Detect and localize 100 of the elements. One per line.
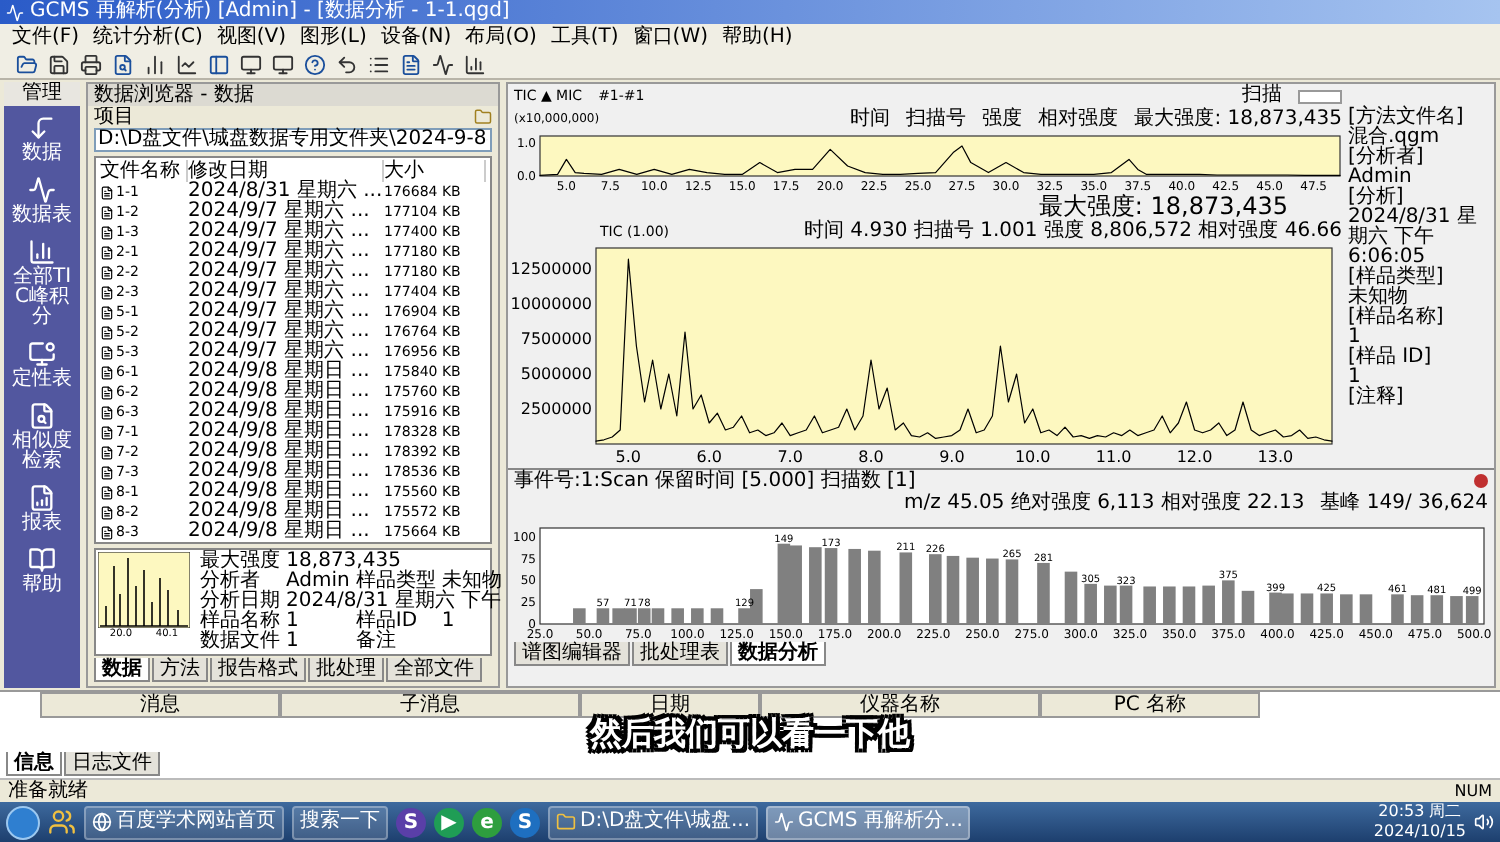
panel-tab[interactable]: 全部文件	[386, 658, 482, 682]
tick-label: 6.0	[696, 448, 722, 466]
date-cell-text: 2024/9/7 星期六 ...	[188, 322, 372, 342]
num-lock-indicator: NUM	[1454, 780, 1492, 802]
document-icon[interactable]	[400, 53, 422, 75]
navigation-item[interactable]: 数据	[6, 144, 78, 164]
document-icon	[100, 505, 114, 519]
bar-chart-icon[interactable]	[144, 53, 166, 75]
info-label: 数据文件	[200, 632, 280, 652]
document-icon	[100, 385, 114, 399]
start-button[interactable]	[6, 805, 40, 839]
navigation-item[interactable]: 帮助	[6, 576, 78, 596]
monitor-icon[interactable]	[240, 53, 262, 75]
record-icon[interactable]	[1474, 474, 1488, 488]
save-icon[interactable]	[48, 53, 70, 75]
date-cell-text: 2024/9/7 星期六 ...	[188, 202, 372, 222]
monitor-icon[interactable]	[272, 53, 294, 75]
report-icon[interactable]	[28, 484, 56, 512]
info-label: 样品类型	[355, 572, 436, 592]
panel-icon[interactable]	[208, 53, 230, 75]
info-value: 未知物	[441, 572, 502, 592]
navigation-item[interactable]: 报表	[6, 514, 78, 534]
document-icon	[100, 285, 114, 299]
bar-chart-icon[interactable]	[464, 53, 486, 75]
document-icon	[100, 305, 114, 319]
info-label: 样品名称	[200, 612, 280, 632]
info-value: Admin	[1348, 168, 1414, 188]
globe-icon	[92, 812, 112, 832]
navigation-item[interactable]: 相似度检索	[6, 432, 78, 472]
column-header[interactable]: 修改日期	[188, 159, 384, 181]
base-peak-label: 基峰 149/ 36,624	[1320, 494, 1488, 514]
path-dropdown[interactable]: D:\D盘文件\城盘数据专用文件夹\2024-9-8	[94, 128, 492, 152]
view-tab[interactable]: 数据分析	[730, 642, 826, 666]
panel-tab[interactable]: 方法	[152, 658, 208, 682]
panel-tab[interactable]: 数据	[94, 658, 150, 682]
date-cell-text: 2024/9/8 星期日 ...	[188, 442, 372, 462]
app-icon[interactable]: S	[510, 807, 540, 837]
app-icon[interactable]: S	[396, 807, 426, 837]
undo-icon[interactable]	[336, 53, 358, 75]
spectrum-bar	[1340, 594, 1353, 624]
taskbar-button[interactable]: 搜索一下	[292, 805, 388, 839]
document-icon	[100, 225, 114, 239]
readout-label: m/z 45.05 绝对强度 6,113 相对强度 22.13	[904, 494, 1305, 514]
monitor-icon[interactable]	[28, 340, 56, 368]
date-cell-text: 2024/9/7 星期六 ...	[188, 242, 372, 262]
output-tab[interactable]: 信息	[6, 752, 62, 776]
column-header[interactable]: 子消息	[280, 692, 580, 718]
folder-icon[interactable]	[16, 53, 38, 75]
list-icon[interactable]	[368, 53, 390, 75]
readout-label: 相对强度	[1038, 110, 1119, 130]
people-icon[interactable]	[48, 808, 76, 836]
printer-icon[interactable]	[80, 53, 102, 75]
view-tab[interactable]: 批处理表	[632, 642, 728, 666]
menu-item[interactable]: 设备(N)	[380, 25, 452, 49]
column-header[interactable]: 文件名称	[100, 159, 188, 181]
info-label: [样品 ID]	[1348, 348, 1434, 368]
panel-tab[interactable]: 批处理	[308, 658, 384, 682]
navigation-item[interactable]: 全部TIC峰积分	[6, 268, 78, 328]
spectrum-bar	[671, 608, 684, 624]
spectrum-bar	[868, 550, 881, 624]
folder-icon[interactable]	[474, 108, 492, 126]
document-icon	[100, 485, 114, 499]
arrow-icon[interactable]	[28, 114, 56, 142]
info-label: 分析日期	[200, 592, 280, 612]
readout-label: 时间 4.930 扫描号 1.001 强度 8,806,572 相对强度 46.66	[803, 222, 1342, 242]
menu-item[interactable]: 图形(L)	[300, 25, 367, 49]
tick-label: 12500000	[510, 260, 592, 279]
info-label: [样品类型]	[1348, 268, 1446, 288]
scan-field[interactable]	[1298, 89, 1342, 103]
clock-date: 2024/10/15	[1373, 822, 1466, 842]
book-icon[interactable]	[28, 546, 56, 574]
menu-item[interactable]: 布局(O)	[465, 25, 537, 49]
menu-item[interactable]: 视图(V)	[216, 25, 287, 49]
help-icon[interactable]	[304, 53, 326, 75]
column-header[interactable]: PC 名称	[1040, 692, 1260, 718]
output-tab[interactable]: 日志文件	[64, 752, 160, 776]
navigation-item[interactable]: 定性表	[6, 370, 78, 390]
column-header[interactable]: 消息	[40, 692, 280, 718]
spectrum-header: 事件号:1:Scan 保留时间 [5.000] 扫描数 [1]	[514, 471, 916, 491]
view-tab[interactable]: 谱图编辑器	[514, 642, 630, 666]
tick-label: 9.0	[939, 448, 965, 466]
panel-tab[interactable]: 报告格式	[210, 658, 306, 682]
date-cell-text: 2024/9/7 星期六 ...	[188, 302, 372, 322]
panel-title: 数据浏览器 - 数据	[88, 84, 498, 106]
app-icon	[6, 3, 24, 21]
date-cell-text: 2024/9/7 星期六 ...	[188, 282, 372, 302]
document-search-icon[interactable]	[112, 53, 134, 75]
menu-item[interactable]: 文件(F)	[12, 25, 80, 49]
line-chart-icon[interactable]	[176, 53, 198, 75]
menu-item[interactable]: 工具(T)	[550, 25, 619, 49]
spectrum-bar	[1222, 580, 1235, 624]
navigation-item[interactable]: 数据表	[6, 206, 78, 226]
taskbar-window[interactable]: D:\D盘文件\城盘...	[548, 805, 759, 839]
menu-item[interactable]: 窗口(W)	[632, 25, 708, 49]
taskbar-button[interactable]: 百度学术网站首页	[84, 805, 284, 839]
menu-item[interactable]: 统计分析(C)	[93, 25, 203, 49]
menu-item[interactable]: 帮助(H)	[722, 25, 793, 49]
column-header[interactable]: 大小	[384, 159, 486, 181]
waveform-icon[interactable]	[432, 53, 454, 75]
speaker-icon[interactable]	[1474, 812, 1494, 832]
